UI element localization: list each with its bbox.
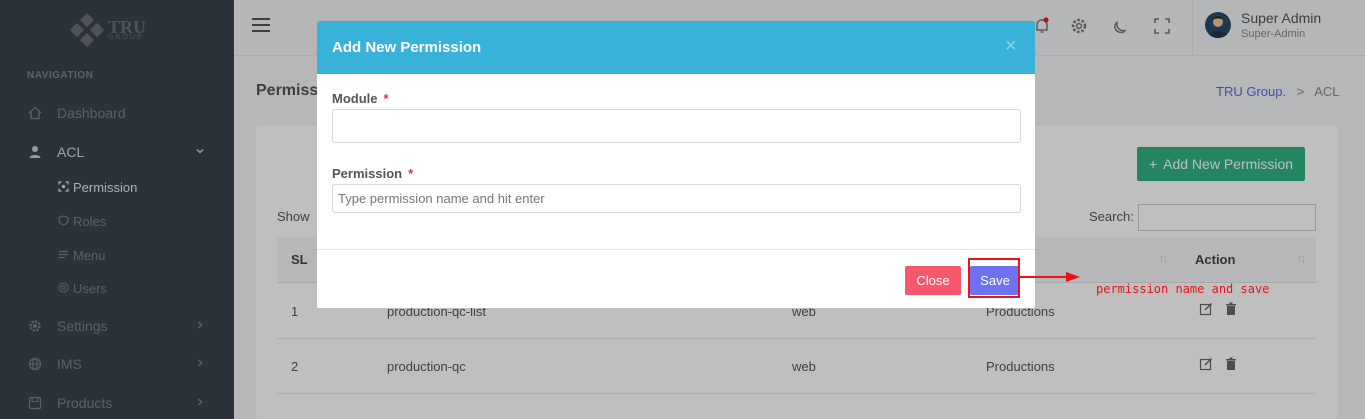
save-highlight-box <box>968 258 1020 298</box>
required-marker: * <box>408 166 414 181</box>
permission-label-text: Permission <box>332 166 403 181</box>
modal-footer: Close Save <box>317 249 1035 308</box>
annotation-text: permission name and save <box>1096 282 1270 296</box>
module-label: Module * <box>332 91 389 106</box>
close-button[interactable]: Close <box>905 266 961 295</box>
permission-label: Permission * <box>332 166 413 181</box>
module-input[interactable] <box>332 109 1021 143</box>
modal-title: Add New Permission <box>332 39 482 56</box>
permission-input[interactable] <box>332 184 1021 213</box>
required-marker: * <box>383 91 389 106</box>
add-permission-modal: Add New Permission × Module * Permission *… <box>317 21 1035 308</box>
module-label-text: Module <box>332 91 378 106</box>
modal-header: Add New Permission × <box>317 21 1035 74</box>
annotation-arrow-icon <box>1066 272 1080 282</box>
close-icon[interactable]: × <box>1005 35 1017 58</box>
